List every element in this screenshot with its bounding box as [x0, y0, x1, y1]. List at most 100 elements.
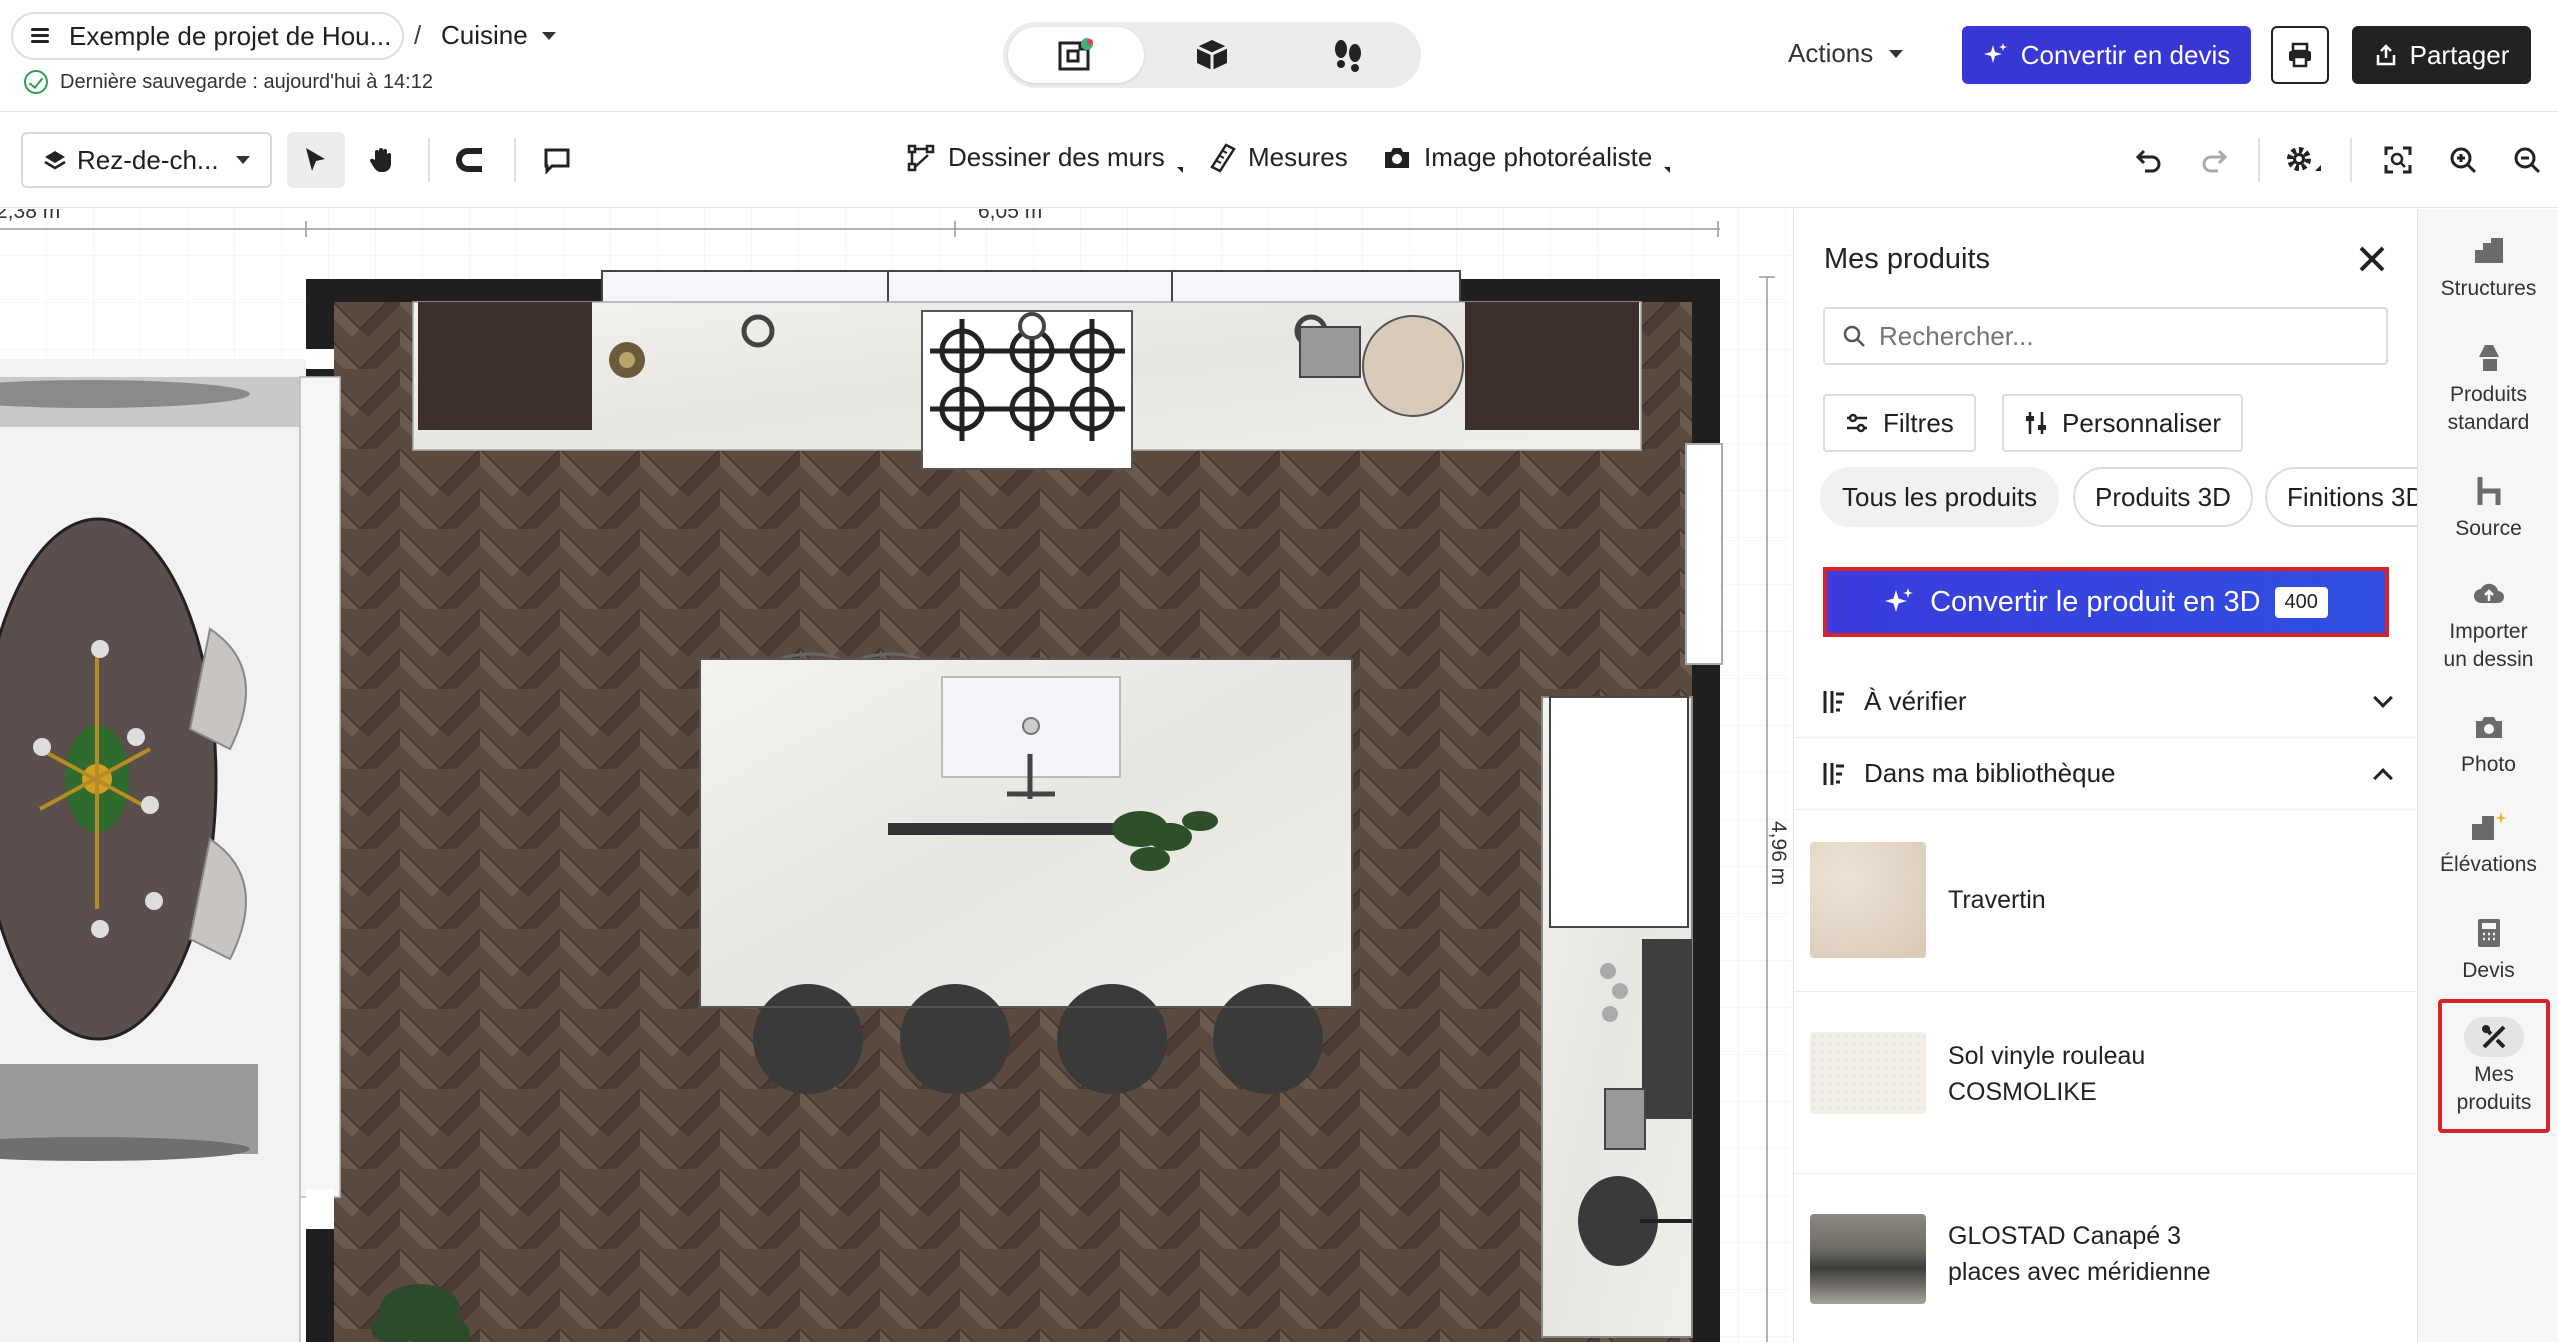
toolbar-divider: [2258, 138, 2260, 182]
section-my-library-label: Dans ma bibliothèque: [1864, 758, 2116, 788]
cursor-arrow-icon: [306, 148, 325, 171]
breadcrumb-separator: /: [414, 20, 422, 50]
product-search-field[interactable]: [1823, 307, 2388, 365]
rail-item-photo[interactable]: Photo: [2418, 707, 2558, 779]
customize-button[interactable]: Personnaliser: [2002, 394, 2243, 452]
chair-icon: [2477, 477, 2500, 505]
draw-walls-label: Dessiner des murs: [948, 142, 1165, 172]
room-selector[interactable]: Cuisine: [441, 20, 556, 51]
redo-icon: [2202, 149, 2228, 173]
level-selector[interactable]: Rez-de-ch...: [21, 132, 272, 188]
pan-tool-button[interactable]: [353, 132, 411, 188]
fit-to-screen-button[interactable]: [2369, 132, 2427, 188]
tab-3d-products[interactable]: Produits 3D: [2073, 467, 2253, 527]
elevations-icon: [2471, 812, 2507, 840]
tab-all-products[interactable]: Tous les produits: [1820, 467, 2060, 527]
filters-button[interactable]: Filtres: [1823, 394, 1976, 452]
undo-button[interactable]: [2120, 132, 2178, 188]
convert-product-3d-button[interactable]: Convertir le produit en 3D 400: [1823, 567, 2389, 637]
camera-icon: [1385, 147, 1409, 168]
floor-plan-canvas[interactable]: 2,38 m 6,05 m 4,96 m: [0, 209, 1793, 1342]
zoom-in-button[interactable]: [2434, 132, 2492, 188]
project-name: Exemple de projet de Hou...: [69, 20, 392, 51]
walkthrough-icon: [1335, 40, 1361, 72]
project-menu-button[interactable]: Exemple de projet de Hou...: [11, 12, 404, 60]
product-item-glostad-sofa[interactable]: GLOSTAD Canapé 3 places avec méridienne: [1794, 1174, 2417, 1342]
save-status-text: Dernière sauvegarde : aujourd'hui à 14:1…: [60, 70, 433, 93]
close-icon: [2359, 246, 2385, 272]
dimension-top: 6,05 m: [978, 209, 1042, 223]
view-3d-button[interactable]: [1144, 27, 1280, 83]
fit-screen-icon: [2384, 146, 2412, 174]
select-tool-button[interactable]: [287, 132, 345, 188]
chevron-down-icon: [2373, 687, 2393, 708]
calculator-icon: [2477, 919, 2500, 947]
toolbar-divider: [514, 138, 516, 182]
level-label: Rez-de-ch...: [77, 144, 219, 175]
gear-icon: [2287, 147, 2321, 171]
undo-icon: [2135, 149, 2161, 173]
convert-to-quote-button[interactable]: Convertir en devis: [1962, 26, 2251, 84]
dimension-right: 4,96 m: [1767, 821, 1790, 885]
adjust-icon: [2026, 412, 2046, 434]
product-name: Sol vinyle rouleau COSMOLIKE: [1948, 1042, 2146, 1106]
view-2d-button[interactable]: [1008, 27, 1144, 83]
product-thumbnail: [1810, 1032, 1926, 1114]
rail-item-quote[interactable]: Devis: [2418, 913, 2558, 985]
zoom-out-button[interactable]: [2498, 132, 2556, 188]
filters-label: Filtres: [1883, 407, 1954, 438]
magnet-icon: [456, 148, 482, 172]
settings-button[interactable]: [2274, 132, 2332, 188]
print-button[interactable]: [2271, 26, 2329, 84]
draw-walls-button[interactable]: Dessiner des murs: [906, 142, 1183, 173]
product-search-input[interactable]: [1879, 320, 2359, 352]
corner-arrow-icon: [1664, 166, 1671, 173]
convert-to-quote-label: Convertir en devis: [2020, 39, 2231, 70]
toolbar-divider: [428, 138, 430, 182]
editor-toolbar: Rez-de-ch... Dessiner des murs Mesures I…: [0, 112, 2558, 208]
actions-dropdown[interactable]: Actions: [1788, 38, 1904, 69]
product-thumbnail: [1810, 842, 1926, 958]
photorealistic-image-button[interactable]: Image photoréaliste: [1382, 142, 1671, 173]
close-panel-button[interactable]: [2354, 241, 2390, 277]
share-button[interactable]: Partager: [2352, 26, 2531, 84]
chevron-up-icon: [2373, 767, 2393, 788]
magnet-tool-button[interactable]: [441, 132, 499, 188]
right-tool-rail: Structures Produits standard Source Impo…: [2417, 209, 2558, 1342]
corner-arrow-icon: [1176, 166, 1183, 173]
product-item-travertin[interactable]: Travertin: [1794, 810, 2417, 992]
hand-icon: [369, 148, 391, 172]
view-walkthrough-button[interactable]: [1280, 27, 1416, 83]
tab-3d-finishes[interactable]: Finitions 3D: [2265, 467, 2417, 527]
section-to-review-label: À vérifier: [1864, 686, 1967, 716]
chevron-down-icon: [1889, 49, 1904, 58]
sparkle-icon: [1983, 43, 2007, 63]
rail-item-standard-products[interactable]: Produits standard: [2418, 337, 2558, 437]
rail-item-structures[interactable]: Structures: [2418, 231, 2558, 303]
measures-label: Mesures: [1248, 142, 1348, 172]
ruler-icon: [1210, 142, 1236, 173]
zoom-out-icon: [2514, 147, 2541, 174]
search-icon: [1843, 325, 1865, 347]
photorealistic-label: Image photoréaliste: [1424, 142, 1653, 172]
section-to-review[interactable]: À vérifier: [1794, 666, 2417, 738]
comment-tool-button[interactable]: [528, 132, 586, 188]
structures-icon: [2474, 238, 2503, 263]
rail-item-my-products[interactable]: Mes produits: [2438, 999, 2550, 1133]
filters-icon: [1847, 413, 1867, 433]
product-item-vinyl[interactable]: Sol vinyle rouleau COSMOLIKE: [1794, 992, 2417, 1174]
section-my-library[interactable]: Dans ma bibliothèque: [1794, 738, 2417, 810]
chevron-down-icon: [236, 156, 250, 164]
panel-title: Mes produits: [1824, 243, 1991, 275]
convert-product-3d-label: Convertir le produit en 3D: [1930, 585, 2261, 618]
my-products-panel: Mes produits Filtres Personnaliser Tous …: [1793, 209, 2417, 1342]
measures-button[interactable]: Mesures: [1210, 142, 1348, 173]
printer-icon: [2289, 42, 2311, 68]
hamburger-menu-icon: [31, 28, 53, 44]
redo-button[interactable]: [2185, 132, 2243, 188]
rail-item-import-drawing[interactable]: Importer un dessin: [2418, 574, 2558, 674]
rail-item-elevations[interactable]: Élévations: [2418, 807, 2558, 879]
rail-item-source[interactable]: Source: [2418, 471, 2558, 543]
share-label: Partager: [2409, 39, 2510, 70]
floor-plan-drawing: 2,38 m 6,05 m 4,96 m: [0, 209, 1793, 1342]
